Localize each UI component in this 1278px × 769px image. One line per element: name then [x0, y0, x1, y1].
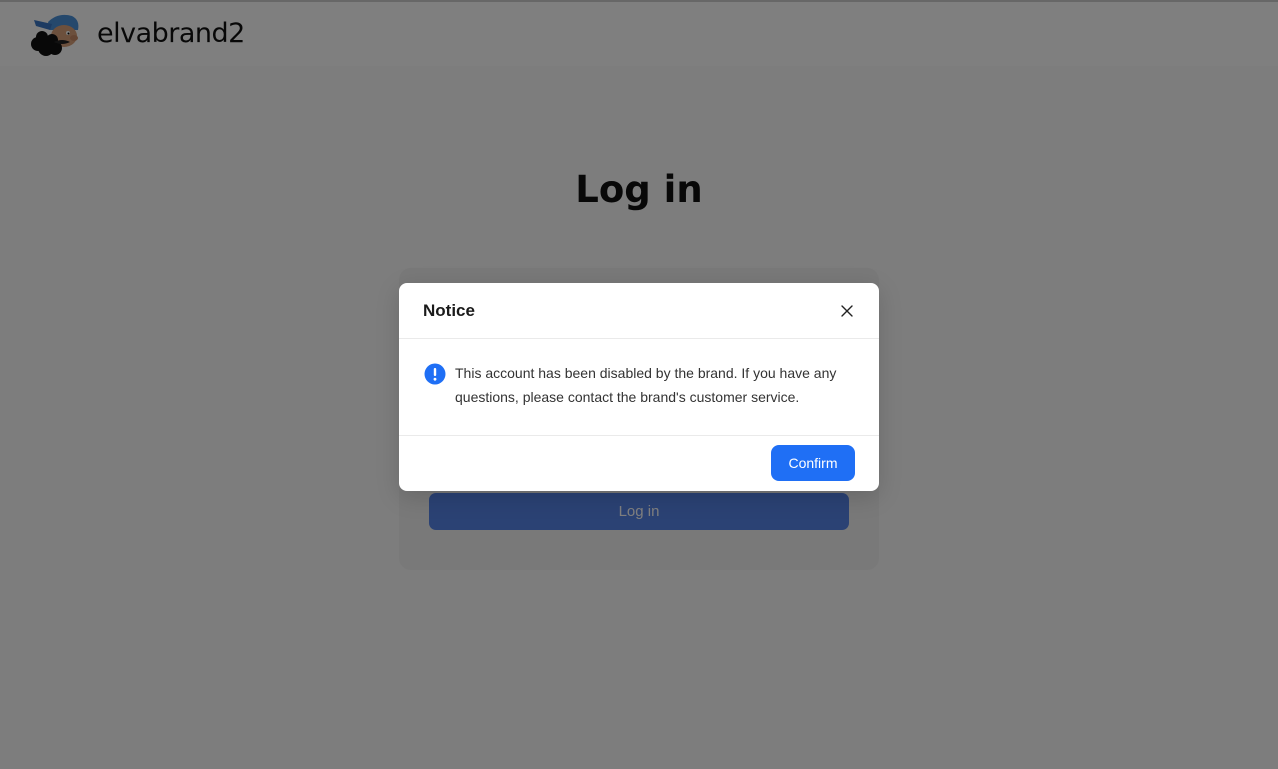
- close-button[interactable]: [835, 299, 859, 323]
- dialog-body: This account has been disabled by the br…: [399, 339, 879, 435]
- close-icon: [841, 305, 853, 317]
- confirm-button[interactable]: Confirm: [771, 445, 855, 481]
- dialog-footer: Confirm: [399, 435, 879, 491]
- info-icon: [424, 363, 446, 385]
- dialog-title: Notice: [423, 301, 475, 320]
- dialog-header: Notice: [399, 283, 879, 339]
- notice-dialog: Notice This account has been disabled by…: [399, 283, 879, 491]
- dialog-message: This account has been disabled by the br…: [455, 365, 837, 405]
